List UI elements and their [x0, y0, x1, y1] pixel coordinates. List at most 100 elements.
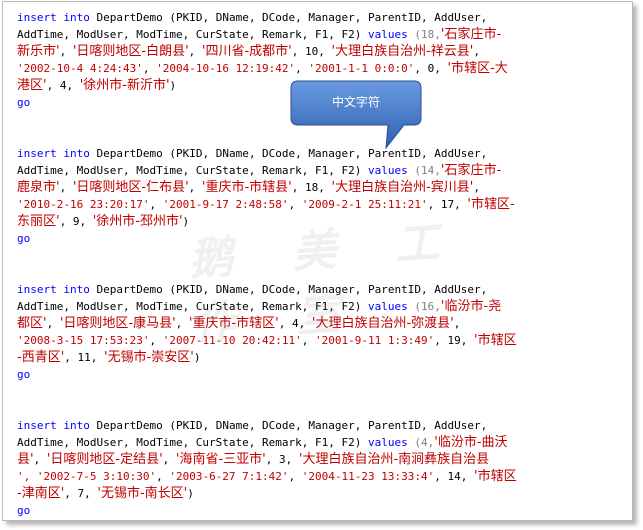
comma: ,: [291, 181, 299, 194]
string-literal: '2007-11-10 20:42:11': [162, 334, 302, 347]
string-literal: '大理白族自治州-弥渡县': [311, 316, 454, 331]
string-literal: '大理白族自治州-宾川县': [331, 180, 474, 195]
code-line: AddTime, ModUser, ModTime, CurState, Rem…: [17, 162, 633, 179]
string-literal: -西青区': [17, 350, 65, 365]
close-paren: ): [187, 487, 194, 500]
string-literal: '无锡市-崇安区': [104, 350, 194, 365]
keyword: values: [368, 164, 408, 177]
keyword: values: [368, 436, 408, 449]
sql-statement: insert into DepartDemo (PKID, DName, DCo…: [17, 417, 633, 519]
keyword: insert into: [17, 147, 90, 160]
comma: ,: [162, 453, 170, 466]
close-paren: ): [169, 79, 177, 92]
string-literal: 东丽区': [17, 214, 60, 229]
code-line: '2008-3-15 17:53:23', '2007-11-10 20:42:…: [17, 333, 517, 348]
number-literal: 9,: [72, 215, 87, 228]
string-literal: '石家庄市-: [440, 163, 502, 178]
string-literal: '2003-6-27 7:1:42': [169, 470, 289, 483]
sql-statement: insert into DepartDemo (PKID, DName, DCo…: [17, 145, 633, 247]
string-literal: '市辖区-: [467, 197, 515, 212]
keyword: insert into: [17, 283, 90, 296]
close-paren: ): [193, 351, 201, 364]
code-line: '2002-10-4 4:24:43', '2004-10-16 12:19:4…: [17, 61, 508, 76]
number-literal: (14,: [414, 164, 441, 177]
comma: ,: [188, 181, 196, 194]
number-literal: 10,: [305, 45, 325, 58]
string-literal: '日喀则地区-定结县': [46, 452, 163, 467]
comma: ,: [278, 317, 286, 330]
comma: ,: [473, 181, 480, 194]
string-literal: '重庆市-市辖县': [201, 180, 292, 195]
string-literal: '市辖区: [474, 469, 517, 484]
string-literal: '重庆市-市辖区': [188, 316, 279, 331]
string-literal: '2001-1-1 0:0:0': [308, 62, 415, 75]
keyword: insert into: [17, 11, 90, 24]
number-literal: (18,: [414, 28, 441, 41]
go-keyword: go: [17, 504, 31, 517]
column-list: (PKID, DName, DCode, Manager, ParentID, …: [169, 11, 488, 24]
code-line: insert into DepartDemo (PKID, DName, DCo…: [17, 417, 633, 434]
string-literal: '2009-2-1 25:11:21': [301, 198, 428, 211]
string-literal: '2004-11-23 13:33:4': [301, 470, 435, 483]
string-literal: '徐州市-新沂市': [79, 78, 170, 93]
close-paren: ): [182, 215, 190, 228]
number-literal: 7,: [77, 487, 91, 500]
string-literal: -津南区': [17, 486, 65, 501]
number-literal: 18,: [305, 181, 325, 194]
comma: ,: [291, 45, 299, 58]
string-literal: '大理白族自治州-南涧彝族自治县: [298, 452, 490, 467]
go-keyword: go: [17, 232, 31, 245]
editor-frame: insert into DepartDemo (PKID, DName, DCo…: [2, 1, 633, 521]
comma: ,: [33, 453, 41, 466]
comma: ,: [453, 317, 461, 330]
number-literal: 11,: [77, 351, 98, 364]
string-literal: '2010-2-16 23:20:17': [17, 198, 150, 211]
string-literal: ', '2002-7-5 3:10:30': [17, 470, 157, 483]
table-name: DepartDemo: [96, 11, 163, 24]
number-literal: (16,: [414, 300, 441, 313]
string-literal: '徐州市-邳州市': [92, 214, 183, 229]
code-line: -津南区', 7, '无锡市-南长区'): [17, 486, 194, 501]
string-literal: '2001-9-11 1:3:49': [315, 334, 435, 347]
code-line: 鹿泉市', '日喀则地区-仁布县', '重庆市-市辖县', 18, '大理白族自…: [17, 179, 633, 196]
table-name: DepartDemo: [96, 283, 163, 296]
comma: ,: [59, 181, 67, 194]
code-line: insert into DepartDemo (PKID, DName, DCo…: [17, 9, 633, 26]
column-list: AddTime, ModUser, ModTime, CurState, Rem…: [17, 300, 362, 313]
string-literal: 都区': [17, 316, 47, 331]
string-literal: '2008-3-15 17:53:23': [17, 334, 150, 347]
annotation-callout: 中文字符: [290, 80, 422, 150]
number-literal: 0,: [427, 62, 441, 75]
number-literal: (4,: [414, 436, 435, 449]
string-literal: 县': [17, 452, 34, 467]
code-line: 县', '日喀则地区-定结县', '海南省-三亚市', 3, '大理白族自治州-…: [17, 451, 633, 468]
code-line: insert into DepartDemo (PKID, DName, DCo…: [17, 281, 633, 298]
keyword: values: [368, 28, 408, 41]
code-line: AddTime, ModUser, ModTime, CurState, Rem…: [17, 434, 633, 451]
string-literal: '无锡市-南长区': [97, 486, 188, 501]
string-literal: '四川省-成都市': [201, 44, 292, 59]
string-literal: '2004-10-16 12:19:42': [156, 62, 296, 75]
table-name: DepartDemo: [96, 147, 163, 160]
table-name: DepartDemo: [96, 419, 163, 432]
go-keyword: go: [17, 368, 31, 381]
string-literal: '临汾市-尧: [440, 299, 502, 314]
comma: ,: [188, 45, 196, 58]
number-literal: 4,: [59, 79, 74, 92]
comma: ,: [175, 317, 183, 330]
code-line: 都区', '日喀则地区-康马县', '重庆市-市辖区', 4, '大理白族自治州…: [17, 315, 633, 332]
code-line: '2010-2-16 23:20:17', '2001-9-17 2:48:58…: [17, 197, 515, 212]
code-line: ', '2002-7-5 3:10:30', '2003-6-27 7:1:42…: [17, 469, 517, 484]
number-literal: 19,: [447, 334, 468, 347]
number-literal: 3,: [279, 453, 293, 466]
keyword: insert into: [17, 419, 90, 432]
column-list: (PKID, DName, DCode, Manager, ParentID, …: [169, 419, 488, 432]
string-literal: '日喀则地区-白朗县': [72, 44, 189, 59]
keyword: values: [368, 300, 408, 313]
string-literal: '2002-10-4 4:24:43': [17, 62, 143, 75]
string-literal: '2001-9-17 2:48:58': [162, 198, 289, 211]
string-literal: 新乐市': [17, 44, 60, 59]
string-literal: 港区': [17, 78, 47, 93]
column-list: AddTime, ModUser, ModTime, CurState, Rem…: [17, 164, 362, 177]
column-list: AddTime, ModUser, ModTime, CurState, Rem…: [17, 436, 362, 449]
